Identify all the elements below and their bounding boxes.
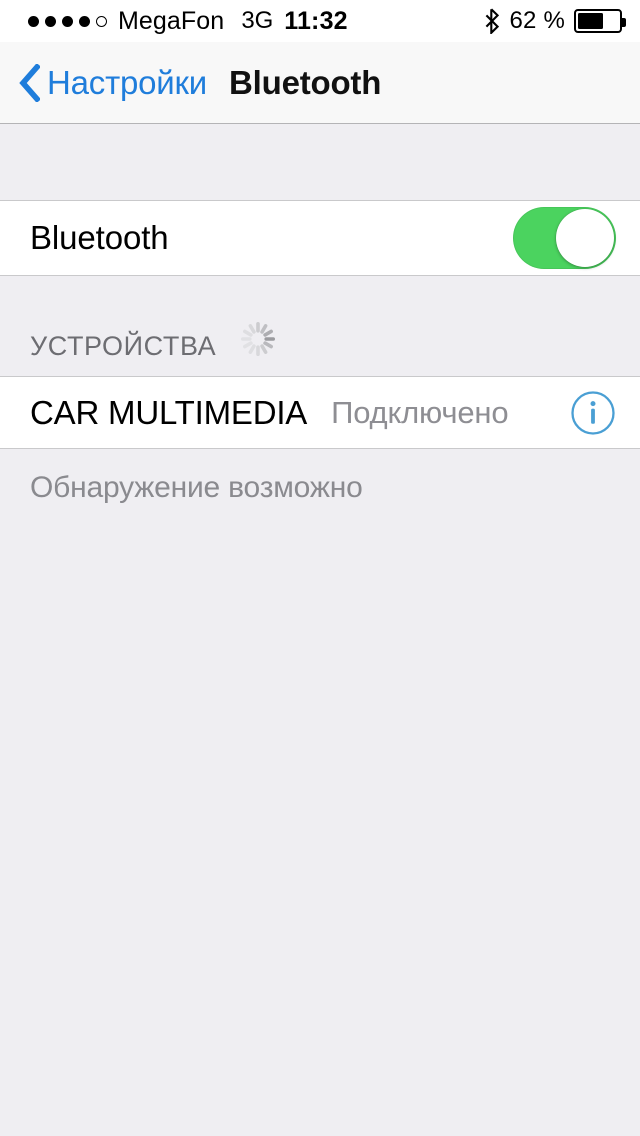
status-bar: MegaFon 3G 11:32 62 % [0,0,640,42]
activity-indicator-icon [241,322,276,357]
device-status: Подключено [331,394,509,430]
chevron-left-icon [19,63,40,102]
content-top-spacer [0,124,640,200]
discoverable-note: Обнаружение возможно [0,449,640,505]
battery-percentage: 62 % [509,7,565,34]
status-bar-right: 62 % [484,0,626,42]
back-button[interactable]: Настройки [18,63,208,102]
navigation-bar: Настройки Bluetooth [0,42,640,124]
devices-section-header: УСТРОЙСТВА [0,276,640,376]
device-row-car-multimedia[interactable]: CAR MULTIMEDIA Подключено [0,376,640,449]
bluetooth-toggle-row[interactable]: Bluetooth [0,200,640,276]
bluetooth-toggle-switch[interactable] [513,207,616,269]
device-name: CAR MULTIMEDIA [30,393,308,431]
devices-section-title: УСТРОЙСТВА [30,331,217,361]
clock-time: 11:32 [284,6,348,35]
info-circle-icon[interactable] [570,390,616,436]
back-button-label: Настройки [47,63,208,101]
bluetooth-toggle-label: Bluetooth [30,219,169,256]
iphone-screen: MegaFon 3G 11:32 62 % Настройки Bluetoot… [0,0,640,1136]
page-title: Bluetooth [229,63,382,101]
battery-icon [574,9,626,33]
bluetooth-icon [486,8,500,34]
toggle-knob [556,209,614,267]
settings-content: Bluetooth УСТРОЙСТВА CAR MULTIMEDIA Подк… [0,124,640,1136]
